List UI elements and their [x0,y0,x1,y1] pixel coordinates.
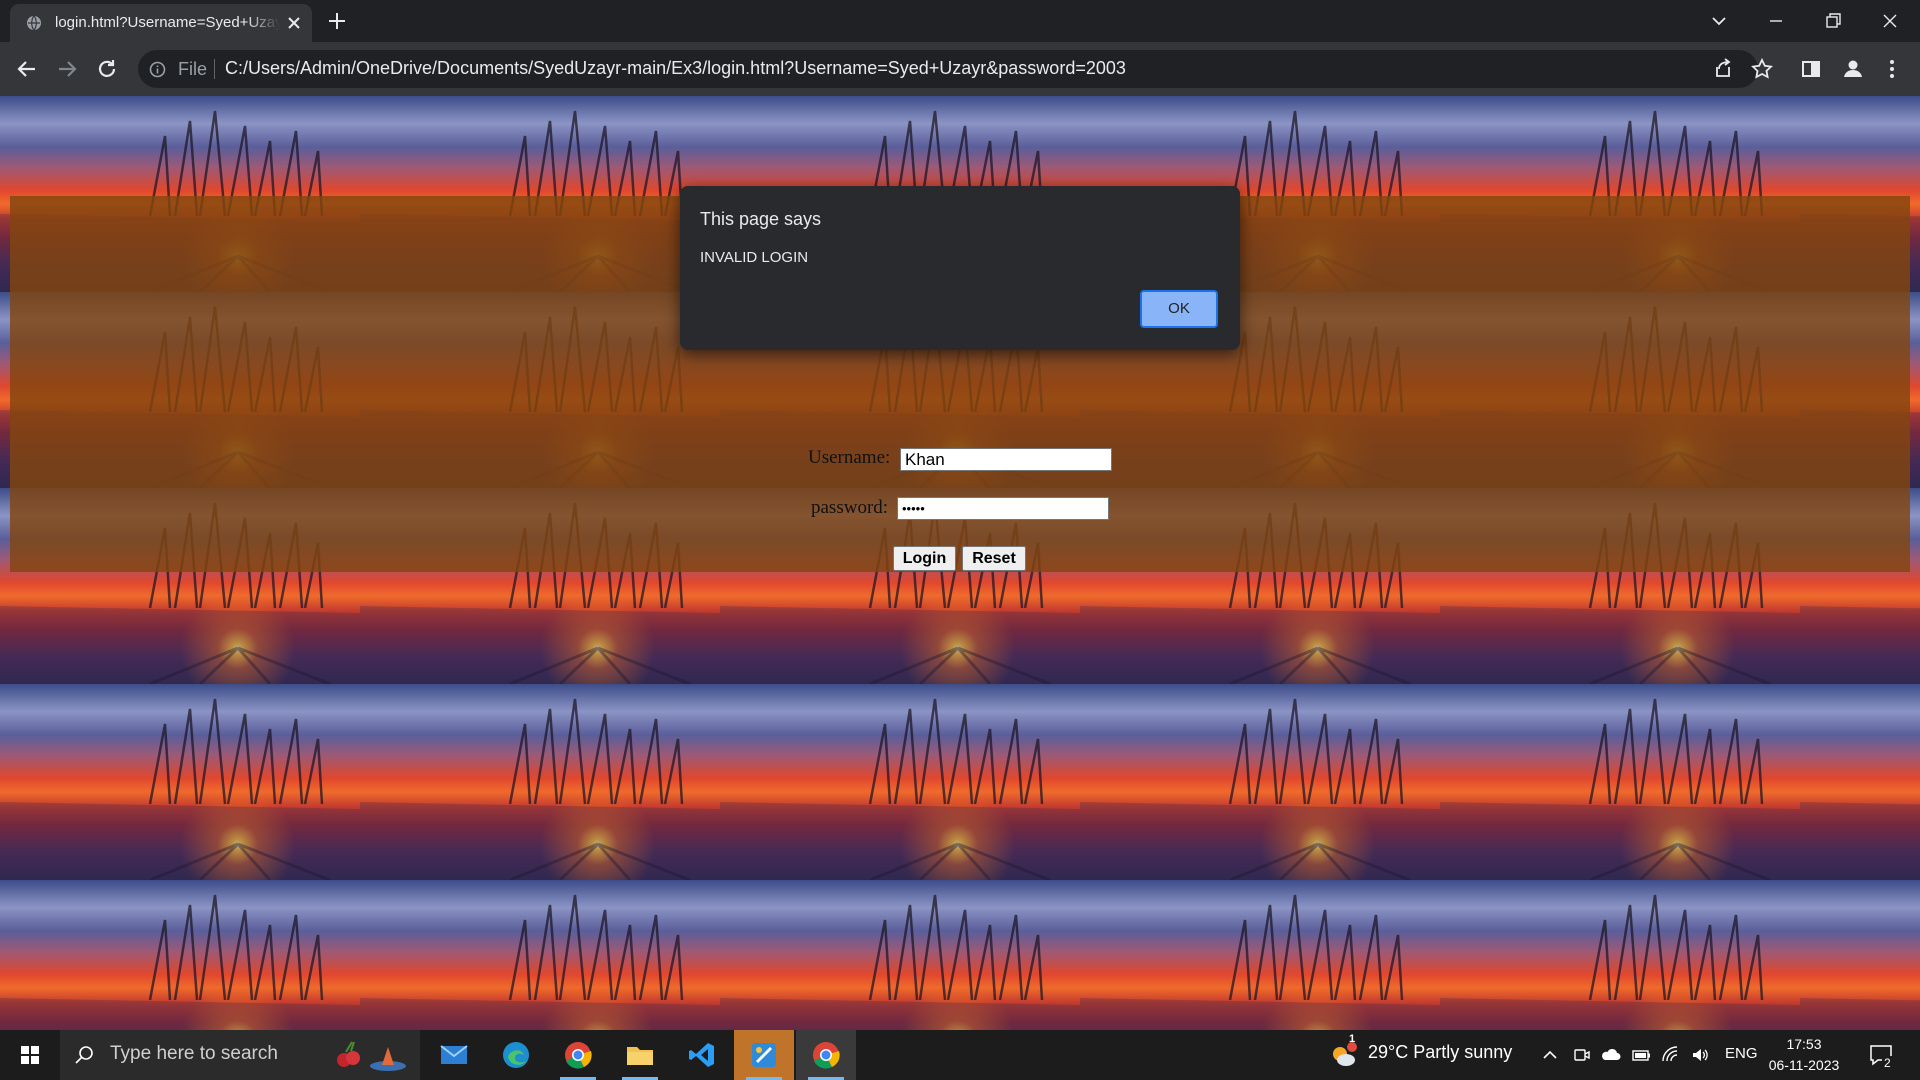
clock-time: 17:53 [1786,1036,1822,1052]
close-window-icon[interactable] [1877,8,1903,34]
alert-dialog: This page says INVALID LOGIN OK [680,186,1240,350]
globe-icon [27,15,41,31]
password-input[interactable]: ••••• [897,497,1109,520]
bookmark-star-icon[interactable] [1748,55,1776,83]
restore-icon[interactable] [1820,8,1846,34]
search-icon [75,1046,93,1064]
minimize-icon[interactable] [1763,8,1789,34]
taskbar-paint[interactable] [734,1030,794,1080]
clock[interactable]: 17:53 06-11-2023 [1764,1034,1844,1076]
tab-title: login.html?Username=Syed+Uzayr&password=… [55,14,280,31]
password-label: password: [811,497,889,518]
taskbar-chrome-active[interactable] [796,1030,856,1080]
chrome-icon [565,1042,592,1069]
taskbar-vscode[interactable] [672,1030,732,1080]
login-button[interactable]: Login [893,546,956,571]
taskbar-search-box[interactable]: Type here to search [60,1030,420,1080]
url-text[interactable]: C:/Users/Admin/OneDrive/Documents/SyedUz… [225,58,1126,79]
language-indicator[interactable]: ENG [1725,1045,1758,1062]
side-panel-icon[interactable] [1797,55,1825,83]
close-tab-icon[interactable] [286,15,302,31]
taskbar-mail[interactable] [424,1030,484,1080]
info-icon[interactable] [149,61,166,78]
edge-icon [503,1042,529,1068]
wifi-icon[interactable] [1661,1045,1681,1065]
alert-title: This page says [700,209,822,229]
battery-icon[interactable] [1631,1045,1651,1065]
search-placeholder: Type here to search [110,1043,278,1064]
browser-toolbar: File C:/Users/Admin/OneDrive/Documents/S… [0,42,1920,96]
share-icon[interactable] [1708,55,1736,83]
forward-arrow-icon[interactable] [53,55,81,83]
clock-date: 06-11-2023 [1768,1057,1840,1073]
windows-taskbar: Type here to search 1 29°C Partly sunny … [0,1030,1920,1080]
tab-search-icon[interactable] [1706,8,1732,34]
tab-strip: login.html?Username=Syed+Uzayr&password=… [0,0,1920,42]
browser-tab[interactable]: login.html?Username=Syed+Uzayr&password=… [10,4,312,42]
taskbar-chrome[interactable] [548,1030,608,1080]
divider [214,59,215,79]
chevron-up-icon[interactable] [1540,1045,1560,1065]
alert-message: INVALID LOGIN [700,249,809,266]
meet-now-icon[interactable] [1572,1045,1592,1065]
weather-badge: 1 [1349,1033,1356,1045]
back-arrow-icon[interactable] [13,55,41,83]
menu-kebab-icon[interactable] [1878,55,1906,83]
ok-button[interactable]: OK [1140,290,1218,328]
profile-icon[interactable] [1839,55,1867,83]
reload-icon[interactable] [93,55,121,83]
vscode-icon [689,1043,714,1067]
speaker-icon[interactable] [1690,1045,1710,1065]
search-highlight-icon [337,1041,406,1071]
username-input[interactable]: Khan [900,448,1112,471]
chrome-icon [813,1042,840,1069]
address-bar[interactable]: File C:/Users/Admin/OneDrive/Documents/S… [138,50,1758,88]
url-scheme-label: File [178,59,208,79]
mail-icon [440,1045,468,1064]
paint-icon [752,1043,776,1067]
taskbar-edge[interactable] [486,1030,546,1080]
folder-icon [627,1047,653,1065]
new-tab-icon[interactable] [326,10,348,32]
username-label: Username: [808,447,891,468]
onedrive-cloud-icon[interactable] [1601,1045,1621,1065]
windows-start-icon[interactable] [0,1030,60,1080]
reset-button[interactable]: Reset [962,546,1026,571]
notification-count: 2 [1882,1056,1893,1070]
taskbar-file-explorer[interactable] [610,1030,670,1080]
page-viewport: Username: Khan password: ••••• Login Res… [0,96,1920,1030]
weather-text[interactable]: 29°C Partly sunny [1368,1042,1512,1063]
